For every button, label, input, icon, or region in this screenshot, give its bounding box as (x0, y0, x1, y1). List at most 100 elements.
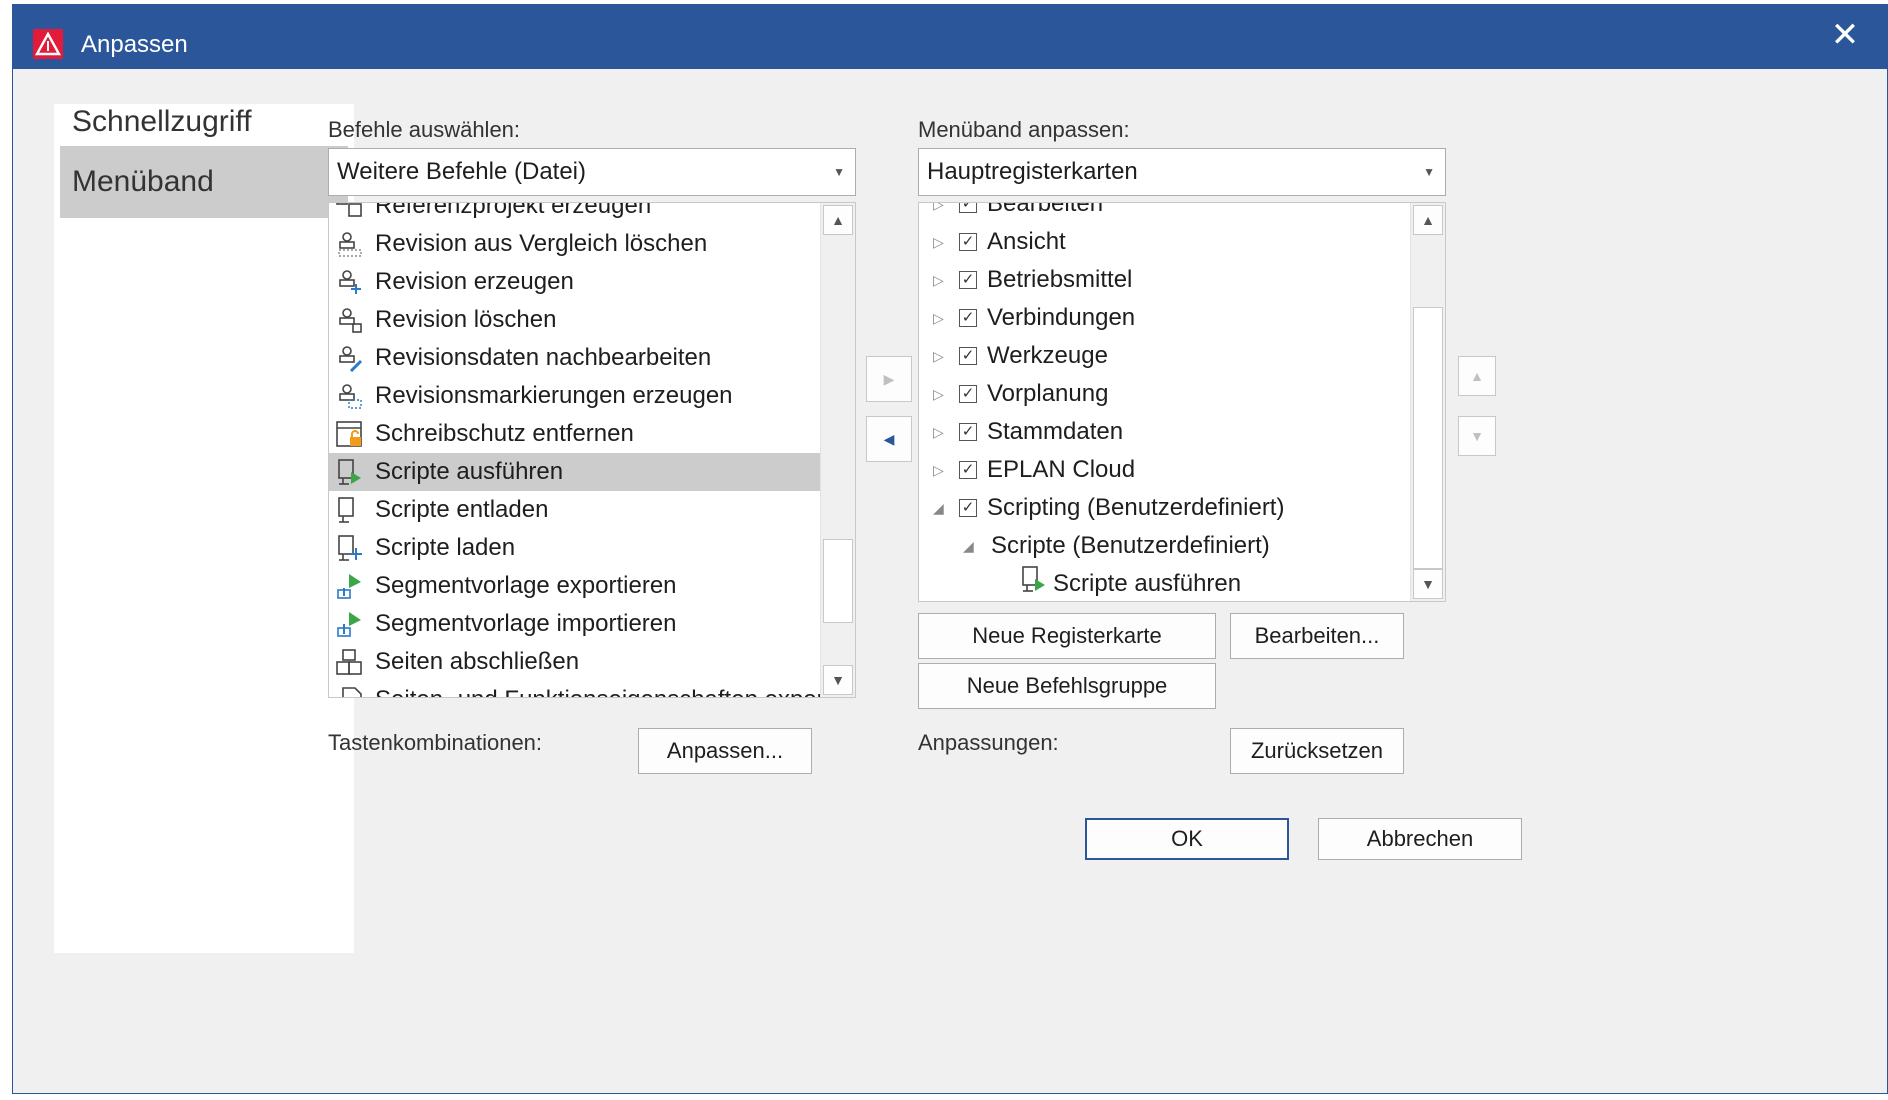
tree-item[interactable]: ▷ ✓ Vorplanung (919, 375, 1411, 413)
list-item[interactable]: Revisionsdaten nachbearbeiten (329, 339, 821, 377)
list-item-label: Revision aus Vergleich löschen (375, 230, 708, 257)
revision-delete-compare-icon (338, 232, 362, 257)
add-command-button[interactable]: ▶ (866, 356, 912, 402)
commands-source-select[interactable]: Weitere Befehle (Datei) ▼ (328, 148, 856, 196)
edit-button[interactable]: Bearbeiten... (1230, 613, 1404, 659)
tree-item[interactable]: ▷ ✓ Verbindungen (919, 299, 1411, 337)
collapse-icon[interactable]: ◢ (963, 527, 974, 565)
segment-export-icon (337, 574, 361, 599)
checkbox[interactable]: ✓ (959, 385, 977, 403)
move-down-button[interactable]: ▼ (1458, 416, 1496, 456)
list-item[interactable]: Revision erzeugen (329, 263, 821, 301)
list-item[interactable]: Schreibschutz entfernen (329, 415, 821, 453)
scroll-down-icon[interactable]: ▼ (823, 665, 853, 695)
new-group-button[interactable]: Neue Befehlsgruppe (918, 663, 1216, 709)
checkbox[interactable]: ✓ (959, 271, 977, 289)
list-item[interactable]: Referenzprojekt erzeugen (329, 202, 821, 225)
script-run-icon (338, 459, 361, 485)
commands-list[interactable]: Referenzprojekt erzeugen Revision aus Ver… (328, 202, 856, 698)
checkbox[interactable]: ✓ (959, 233, 977, 251)
commands-scrollbar[interactable]: ▲ ▼ (820, 203, 855, 697)
ribbon-tabs-value: Hauptregisterkarten (927, 158, 1138, 185)
project-icon (336, 203, 362, 217)
eplan-logo-icon (33, 29, 63, 59)
chevron-down-icon: ▼ (1423, 165, 1435, 179)
tree-item-label: Verbindungen (987, 304, 1136, 331)
reset-button[interactable]: Zurücksetzen (1230, 728, 1404, 774)
close-icon[interactable]: ✕ (1823, 15, 1867, 55)
list-item[interactable]: Scripte entladen (329, 491, 821, 529)
customize-shortcuts-button[interactable]: Anpassen... (638, 728, 812, 774)
tree-item[interactable]: ▷ ✓ Bearbeiten (919, 203, 1411, 223)
expand-icon[interactable]: ▷ (933, 261, 944, 299)
checkbox[interactable]: ✓ (959, 423, 977, 441)
new-tab-button[interactable]: Neue Registerkarte (918, 613, 1216, 659)
tree-item-icon-wrap (1019, 565, 1047, 601)
list-item-label: Scripte entladen (375, 496, 549, 523)
pages-close-icon (336, 649, 362, 675)
tree-item[interactable]: Scripte ausführen (919, 565, 1411, 601)
list-item-label: Revisionsmarkierungen erzeugen (375, 382, 733, 409)
list-item-label: Seiten- und Funktionseigenschaften expor… (375, 686, 855, 697)
tree-item-label: Stammdaten (987, 418, 1124, 445)
checkbox[interactable]: ✓ (959, 347, 977, 365)
tree-item-label: Scripting (Benutzerdefiniert) (987, 494, 1285, 521)
title-bar: Anpassen ✕ (13, 5, 1887, 69)
scroll-up-icon[interactable]: ▲ (1413, 205, 1443, 235)
list-item-label: Segmentvorlage importieren (375, 610, 677, 637)
cancel-button[interactable]: Abbrechen (1318, 818, 1522, 860)
scroll-up-icon[interactable]: ▲ (823, 205, 853, 235)
list-item-label: Revision löschen (375, 306, 557, 333)
expand-icon[interactable]: ▷ (933, 203, 944, 223)
tree-item[interactable]: ▷ ✓ Betriebsmittel (919, 261, 1411, 299)
remove-command-button[interactable]: ◀ (866, 416, 912, 462)
expand-icon[interactable]: ▷ (933, 337, 944, 375)
tree-item[interactable]: ▷ ✓ Werkzeuge (919, 337, 1411, 375)
scroll-thumb[interactable] (1413, 307, 1443, 569)
revision-edit-icon (339, 346, 363, 372)
expand-icon[interactable]: ▷ (933, 413, 944, 451)
ribbon-tabs-select[interactable]: Hauptregisterkarten ▼ (918, 148, 1446, 196)
list-item[interactable]: Segmentvorlage importieren (329, 605, 821, 643)
tree-item-label: Betriebsmittel (987, 266, 1133, 293)
nav-item-ribbon[interactable]: Menüband (60, 146, 348, 218)
tree-item[interactable]: ▷ ✓ EPLAN Cloud (919, 451, 1411, 489)
list-item[interactable]: Revision aus Vergleich löschen (329, 225, 821, 263)
tree-item-label: EPLAN Cloud (987, 456, 1136, 483)
expand-icon[interactable]: ▷ (933, 299, 944, 337)
tree-item[interactable]: ◢ Scripte (Benutzerdefiniert) (919, 527, 1411, 565)
customizations-label: Anpassungen: (918, 730, 1059, 755)
list-item-label: Schreibschutz entfernen (375, 420, 634, 447)
list-item[interactable]: Seiten- und Funktionseigenschaften expor… (329, 681, 855, 697)
list-item[interactable]: Revision löschen (329, 301, 821, 339)
list-item[interactable]: Revisionsmarkierungen erzeugen (329, 377, 821, 415)
expand-icon[interactable]: ▷ (933, 451, 944, 489)
checkbox[interactable]: ✓ (959, 203, 977, 213)
list-item[interactable]: Segmentvorlage exportieren (329, 567, 821, 605)
list-item[interactable]: Seiten abschließen (329, 643, 821, 681)
tree-item[interactable]: ▷ ✓ Ansicht (919, 223, 1411, 261)
checkbox[interactable]: ✓ (959, 309, 977, 327)
list-item-label: Scripte ausführen (375, 458, 564, 485)
checkbox[interactable]: ✓ (959, 499, 977, 517)
ribbon-scrollbar[interactable]: ▲ ▼ (1410, 203, 1445, 601)
expand-icon[interactable]: ▷ (933, 223, 944, 261)
commands-list-items: Referenzprojekt erzeugen Revision aus Ver… (329, 202, 855, 697)
collapse-icon[interactable]: ◢ (933, 489, 944, 527)
list-item-label: Scripte laden (375, 534, 516, 561)
ribbon-tree[interactable]: ▷ ✓ Bearbeiten ▷ ✓ Ansicht ▷ ✓ Betriebsmittel ▷ ✓ V… (918, 202, 1446, 602)
list-item-label: Segmentvorlage exportieren (375, 572, 677, 599)
tree-item[interactable]: ◢ ✓ Scripting (Benutzerdefiniert) (919, 489, 1411, 527)
list-item-label: Referenzprojekt erzeugen (375, 202, 652, 219)
scroll-thumb[interactable] (823, 539, 853, 623)
list-item[interactable]: Scripte ausführen (329, 453, 821, 491)
ribbon-label: Menüband anpassen: (918, 117, 1130, 142)
expand-icon[interactable]: ▷ (933, 375, 944, 413)
window-title: Anpassen (81, 31, 188, 58)
move-up-button[interactable]: ▲ (1458, 356, 1496, 396)
ok-button[interactable]: OK (1085, 818, 1289, 860)
list-item[interactable]: Scripte laden (329, 529, 821, 567)
checkbox[interactable]: ✓ (959, 461, 977, 479)
tree-item[interactable]: ▷ ✓ Stammdaten (919, 413, 1411, 451)
scroll-down-icon[interactable]: ▼ (1413, 569, 1443, 599)
